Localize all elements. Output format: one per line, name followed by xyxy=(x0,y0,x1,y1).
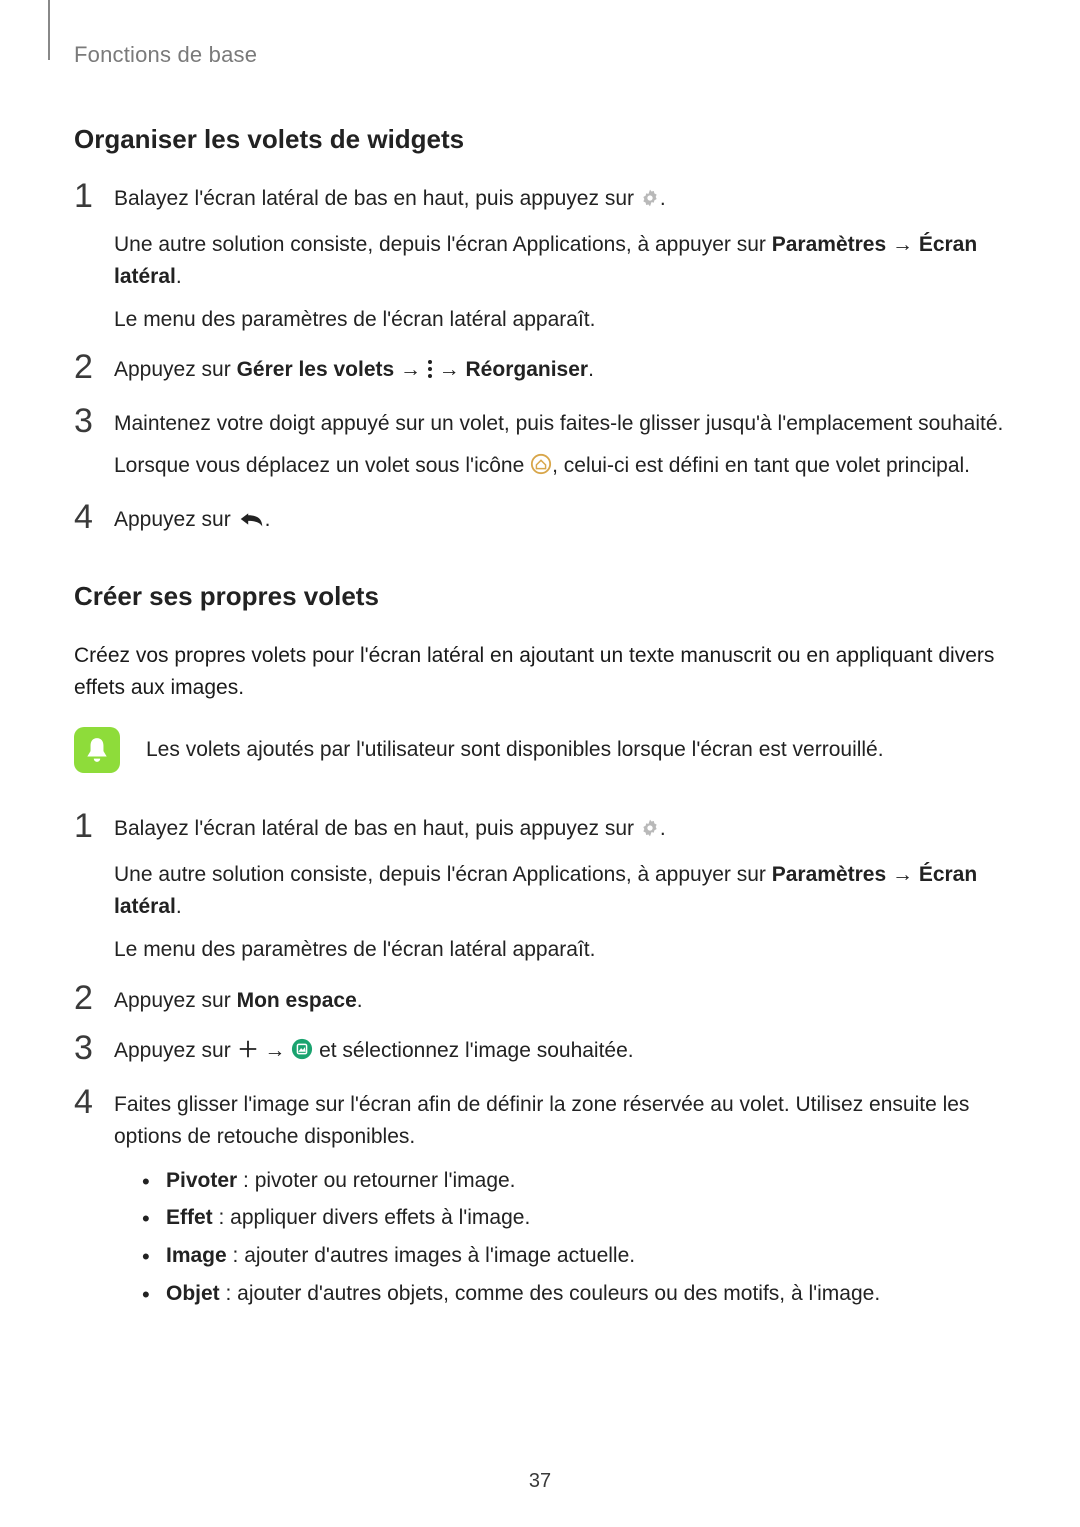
arrow: → xyxy=(394,358,427,381)
bold-text: Réorganiser xyxy=(466,358,589,381)
section-title-create: Créer ses propres volets xyxy=(74,581,1006,612)
step-body: Maintenez votre doigt appuyé sur un vole… xyxy=(114,408,1003,486)
bold-text: Pivoter xyxy=(166,1169,237,1192)
list-item: Effet : appliquer divers effets à l'imag… xyxy=(142,1201,1006,1235)
back-icon xyxy=(237,507,265,540)
bold-text: Mon espace xyxy=(237,989,357,1012)
text: Balayez l'écran latéral de bas en haut, … xyxy=(114,817,640,840)
page-number: 37 xyxy=(0,1470,1080,1493)
text: . xyxy=(265,508,271,531)
step-number: 1 xyxy=(74,179,96,213)
text: . xyxy=(660,187,666,210)
step-body: Appuyez sur Gérer les volets → → Réorgan… xyxy=(114,354,594,390)
bold-text: Image xyxy=(166,1244,227,1267)
step-number: 2 xyxy=(74,350,96,384)
list-item: Pivoter : pivoter ou retourner l'image. xyxy=(142,1164,1006,1198)
text: : ajouter d'autres objets, comme des cou… xyxy=(220,1282,881,1305)
text: Lorsque vous déplacez un volet sous l'ic… xyxy=(114,454,530,477)
text: : appliquer divers effets à l'image. xyxy=(213,1206,531,1229)
intro-paragraph: Créez vos propres volets pour l'écran la… xyxy=(74,640,1006,703)
arrow: → xyxy=(886,863,919,886)
bold-text: Objet xyxy=(166,1282,220,1305)
step-number: 3 xyxy=(74,1031,96,1065)
arrow: → xyxy=(433,358,466,381)
text: , celui-ci est défini en tant que volet … xyxy=(552,454,970,477)
gear-icon xyxy=(640,816,660,849)
text: Balayez l'écran latéral de bas en haut, … xyxy=(114,187,640,210)
step-body: Balayez l'écran latéral de bas en haut, … xyxy=(114,183,1006,336)
step-row: 1 Balayez l'écran latéral de bas en haut… xyxy=(74,183,1006,336)
step-row: 2 Appuyez sur Gérer les volets → → Réorg… xyxy=(74,354,1006,390)
text: . xyxy=(176,895,182,918)
step-row: 4 Faites glisser l'image sur l'écran afi… xyxy=(74,1089,1006,1314)
note-text: Les volets ajoutés par l'utilisateur son… xyxy=(146,734,884,767)
home-ring-icon xyxy=(530,453,552,486)
plus-icon xyxy=(237,1038,259,1071)
arrow: → xyxy=(886,233,919,256)
text: Appuyez sur xyxy=(114,508,237,531)
note-callout: Les volets ajoutés par l'utilisateur son… xyxy=(74,727,1006,773)
text: Le menu des paramètres de l'écran latéra… xyxy=(114,304,1006,337)
text: : ajouter d'autres images à l'image actu… xyxy=(227,1244,635,1267)
step-row: 3 Appuyez sur → et sélectionnez l'image … xyxy=(74,1035,1006,1071)
image-badge-icon xyxy=(291,1038,313,1071)
step-body: Appuyez sur Mon espace. xyxy=(114,985,363,1018)
list-item: Objet : ajouter d'autres objets, comme d… xyxy=(142,1277,1006,1311)
bold-text: Paramètres xyxy=(772,233,886,256)
list-item: Image : ajouter d'autres images à l'imag… xyxy=(142,1239,1006,1273)
text: . xyxy=(357,989,363,1012)
text: . xyxy=(176,265,182,288)
step-body: Balayez l'écran latéral de bas en haut, … xyxy=(114,813,1006,966)
text: Faites glisser l'image sur l'écran afin … xyxy=(114,1089,1006,1154)
step-number: 2 xyxy=(74,981,96,1015)
text: Appuyez sur xyxy=(114,1039,237,1062)
text: et sélectionnez l'image souhaitée. xyxy=(313,1039,633,1062)
bold-text: Effet xyxy=(166,1206,213,1229)
text: : pivoter ou retourner l'image. xyxy=(237,1169,515,1192)
text: Une autre solution consiste, depuis l'éc… xyxy=(114,863,772,886)
bullet-list: Pivoter : pivoter ou retourner l'image. … xyxy=(142,1164,1006,1310)
text: . xyxy=(660,817,666,840)
breadcrumb: Fonctions de base xyxy=(74,42,1006,68)
step-number: 4 xyxy=(74,500,96,534)
step-number: 3 xyxy=(74,404,96,438)
text: Une autre solution consiste, depuis l'éc… xyxy=(114,233,772,256)
step-row: 3 Maintenez votre doigt appuyé sur un vo… xyxy=(74,408,1006,486)
text: Le menu des paramètres de l'écran latéra… xyxy=(114,934,1006,967)
gear-icon xyxy=(640,186,660,219)
step-row: 4 Appuyez sur . xyxy=(74,504,1006,540)
bold-text: Paramètres xyxy=(772,863,886,886)
text: Maintenez votre doigt appuyé sur un vole… xyxy=(114,408,1003,441)
text: . xyxy=(588,358,594,381)
step-body: Appuyez sur . xyxy=(114,504,270,540)
step-body: Faites glisser l'image sur l'écran afin … xyxy=(114,1089,1006,1314)
step-row: 2 Appuyez sur Mon espace. xyxy=(74,985,1006,1018)
step-body: Appuyez sur → et sélectionnez l'image so… xyxy=(114,1035,634,1071)
arrow: → xyxy=(259,1039,292,1062)
bold-text: Gérer les volets xyxy=(237,358,395,381)
text: Appuyez sur xyxy=(114,989,237,1012)
step-number: 1 xyxy=(74,809,96,843)
step-row: 1 Balayez l'écran latéral de bas en haut… xyxy=(74,813,1006,966)
section-title-organize: Organiser les volets de widgets xyxy=(74,124,1006,155)
text: Appuyez sur xyxy=(114,358,237,381)
note-bell-icon xyxy=(74,727,120,773)
step-number: 4 xyxy=(74,1085,96,1119)
decorative-side-bar xyxy=(48,0,50,60)
